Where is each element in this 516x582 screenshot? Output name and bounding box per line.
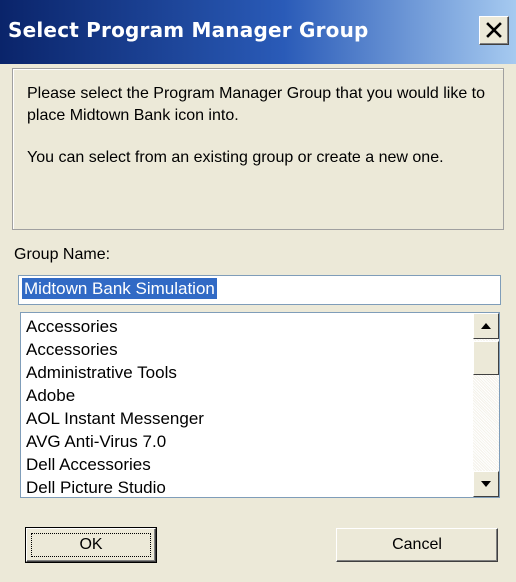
list-item[interactable]: Accessories — [21, 338, 473, 361]
list-item[interactable]: AOL Instant Messenger — [21, 407, 473, 430]
list-item[interactable]: Dell Picture Studio — [21, 476, 473, 497]
list-item[interactable]: Dell Accessories — [21, 453, 473, 476]
group-name-input[interactable]: Midtown Bank Simulation — [18, 275, 501, 305]
ok-button[interactable]: OK — [25, 527, 157, 563]
group-listbox[interactable]: Accessories Accessories Administrative Too… — [20, 312, 500, 498]
list-item[interactable]: AVG Anti-Virus 7.0 — [21, 430, 473, 453]
arrow-down-icon — [481, 481, 491, 487]
listbox-scrollbar[interactable] — [473, 313, 499, 497]
dialog-window: Select Program Manager Group Please sele… — [0, 0, 516, 582]
group-name-label: Group Name: — [14, 246, 111, 263]
scroll-up-button[interactable] — [473, 313, 499, 339]
scroll-thumb[interactable] — [473, 341, 499, 375]
close-button[interactable] — [479, 16, 509, 45]
instructions-text-2: You can select from an existing group or… — [27, 149, 444, 166]
list-item[interactable]: Administrative Tools — [21, 361, 473, 384]
group-name-value: Midtown Bank Simulation — [22, 278, 217, 299]
cancel-button[interactable]: Cancel — [336, 528, 498, 562]
group-list-items: Accessories Accessories Administrative Too… — [21, 313, 473, 497]
close-icon — [486, 22, 502, 38]
arrow-up-icon — [481, 323, 491, 329]
list-item[interactable]: Adobe — [21, 384, 473, 407]
list-item[interactable]: Accessories — [21, 315, 473, 338]
focus-rect — [31, 533, 151, 557]
window-title: Select Program Manager Group — [8, 18, 369, 42]
scroll-down-button[interactable] — [473, 471, 499, 497]
cancel-button-label: Cancel — [392, 536, 442, 553]
title-bar[interactable]: Select Program Manager Group — [0, 0, 516, 64]
instructions-panel: Please select the Program Manager Group … — [12, 68, 504, 230]
instructions-text-1: Please select the Program Manager Group … — [27, 85, 486, 124]
